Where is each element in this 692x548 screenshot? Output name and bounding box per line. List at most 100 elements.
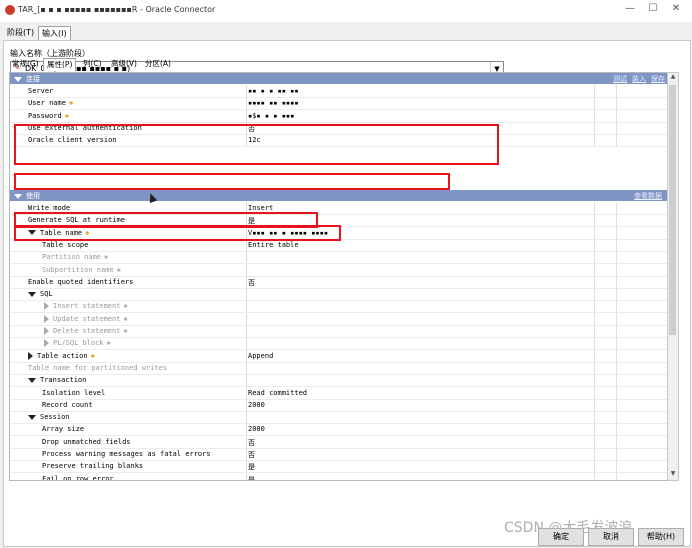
property-row[interactable]: Session — [10, 411, 668, 425]
property-value[interactable]: Insert — [248, 204, 273, 212]
property-value[interactable]: ▪$▪ ▪ ▪ ▪▪▪ — [248, 112, 294, 120]
column-divider — [616, 202, 617, 214]
column-divider — [594, 238, 595, 251]
property-row[interactable]: Preserve trailing blanks 是 — [10, 460, 668, 474]
column-divider — [246, 349, 247, 362]
property-name-cell: Partition name ✱ — [42, 253, 108, 261]
save-link[interactable]: 保存 — [651, 74, 665, 84]
view-data-link[interactable]: 查看数据 — [634, 191, 662, 201]
property-value[interactable]: 否 — [248, 278, 255, 288]
column-divider — [616, 134, 617, 147]
property-row[interactable]: Insert statement ✱ — [10, 300, 668, 314]
property-value[interactable]: 2000 — [248, 401, 265, 409]
column-divider — [594, 325, 595, 337]
tab-input[interactable]: 输入(I) — [38, 26, 71, 41]
property-value[interactable]: 是 — [248, 475, 255, 480]
load-link[interactable]: 装入 — [632, 74, 646, 84]
property-row[interactable]: Update statement ✱ — [10, 312, 668, 326]
expand-icon[interactable] — [44, 327, 49, 335]
property-name-cell: Preserve trailing blanks — [42, 462, 143, 470]
column-divider — [594, 337, 595, 350]
property-value[interactable]: 是 — [248, 462, 255, 472]
tab-advanced[interactable]: 高级(V) — [108, 58, 140, 70]
expand-icon[interactable] — [44, 314, 49, 323]
property-row[interactable]: Isolation level Read committed — [10, 386, 668, 400]
property-value[interactable]: 否 — [248, 438, 255, 448]
property-row[interactable]: Array size 2000 — [10, 423, 668, 437]
property-row[interactable]: PL/SQL block ✱ — [10, 337, 668, 351]
ok-button[interactable]: 确定 — [538, 528, 584, 546]
maximize-button[interactable]: ☐ — [643, 3, 663, 17]
property-value[interactable]: Read committed — [248, 389, 307, 397]
test-link[interactable]: 测试 — [613, 74, 627, 84]
collapse-icon[interactable] — [14, 76, 22, 82]
minimize-button[interactable]: — — [620, 3, 640, 17]
expand-icon[interactable] — [28, 351, 33, 360]
property-row[interactable]: Server ▪▪ ▪ ▪ ▪▪ ▪▪ — [10, 85, 668, 98]
section-connection-header[interactable]: 连接 测试 装入 保存 — [10, 73, 668, 84]
property-value[interactable]: 否 — [248, 450, 255, 460]
column-divider — [246, 448, 247, 460]
highlight-box-client-version — [14, 173, 450, 190]
highlight-box-credentials — [14, 124, 499, 165]
expand-icon[interactable] — [44, 302, 49, 311]
column-divider — [246, 85, 247, 97]
expand-icon[interactable] — [44, 339, 49, 348]
highlight-box-table-name — [14, 225, 341, 241]
property-row[interactable]: Transaction — [10, 374, 668, 388]
collapse-icon[interactable] — [28, 414, 36, 420]
property-value[interactable]: ▪▪ ▪ ▪ ▪▪ ▪▪ — [248, 87, 299, 95]
property-name: Table action — [37, 351, 88, 360]
collapse-icon[interactable] — [28, 291, 36, 297]
property-name: PL/SQL block — [53, 339, 104, 348]
cancel-button[interactable]: 取消 — [588, 528, 634, 546]
property-row[interactable]: User name ✱ ▪▪▪▪ ▪▪ ▪▪▪▪ — [10, 97, 668, 111]
tab-stage[interactable]: 阶段(T) — [4, 26, 37, 40]
property-row[interactable]: Fail on row error 是 — [10, 472, 668, 481]
property-name-cell: Process warning messages as fatal errors — [42, 450, 211, 458]
help-button[interactable]: 帮助(H) — [638, 528, 684, 546]
property-row[interactable]: Drop unmatched fields 否 — [10, 435, 668, 449]
property-name: Preserve trailing blanks — [42, 462, 144, 471]
tab-partitioning[interactable]: 分区(A) — [142, 58, 174, 70]
column-divider — [594, 361, 595, 374]
property-name: Table scope — [42, 240, 89, 249]
close-button[interactable]: ✕ — [666, 3, 686, 17]
property-row[interactable]: SQL — [10, 288, 668, 302]
tab-properties[interactable]: 属性(P) — [43, 58, 77, 71]
property-row[interactable]: Partition name ✱ — [10, 251, 668, 265]
column-divider — [246, 275, 247, 288]
property-value[interactable]: Entire table — [248, 241, 299, 249]
property-row[interactable]: Subpartition name ✱ — [10, 263, 668, 277]
property-value[interactable]: ▪▪▪▪ ▪▪ ▪▪▪▪ — [248, 99, 299, 107]
property-row[interactable]: Enable quoted identifiers 否 — [10, 275, 668, 289]
property-name: Subpartition name — [42, 265, 114, 274]
scroll-down-icon[interactable]: ▼ — [668, 470, 678, 480]
tab-columns[interactable]: 列(C) — [80, 58, 105, 70]
property-row[interactable]: Record count 2000 — [10, 398, 668, 412]
property-name-cell: PL/SQL block ✱ — [44, 339, 111, 348]
vertical-scrollbar[interactable]: ▲ ▼ — [667, 72, 679, 481]
property-value[interactable]: Append — [248, 352, 273, 360]
property-value[interactable]: 2000 — [248, 425, 265, 433]
property-name: User name — [28, 99, 66, 108]
column-divider — [594, 263, 595, 276]
column-divider — [616, 325, 617, 337]
property-row[interactable]: Password ✱ ▪$▪ ▪ ▪ ▪▪▪ — [10, 109, 668, 123]
property-name: Fail on row error — [42, 474, 114, 481]
scrollbar-thumb[interactable] — [669, 85, 676, 335]
column-divider — [594, 435, 595, 448]
scroll-up-icon[interactable]: ▲ — [668, 73, 678, 83]
tab-general[interactable]: 常规(G) — [9, 58, 42, 70]
property-name-cell: Enable quoted identifiers — [28, 278, 133, 286]
property-row[interactable]: Table name for partitioned writes — [10, 361, 668, 375]
property-row[interactable]: Delete statement ✱ — [10, 325, 668, 338]
property-name: Session — [40, 413, 70, 422]
column-divider — [616, 263, 617, 276]
property-row[interactable]: Table action ✱ Append — [10, 349, 668, 363]
section-usage-header[interactable]: 使用 查看数据 — [10, 190, 668, 201]
collapse-icon[interactable] — [28, 377, 36, 383]
property-row[interactable]: Process warning messages as fatal errors… — [10, 448, 668, 461]
property-name-cell: Insert statement ✱ — [44, 302, 128, 311]
collapse-icon[interactable] — [14, 193, 22, 199]
